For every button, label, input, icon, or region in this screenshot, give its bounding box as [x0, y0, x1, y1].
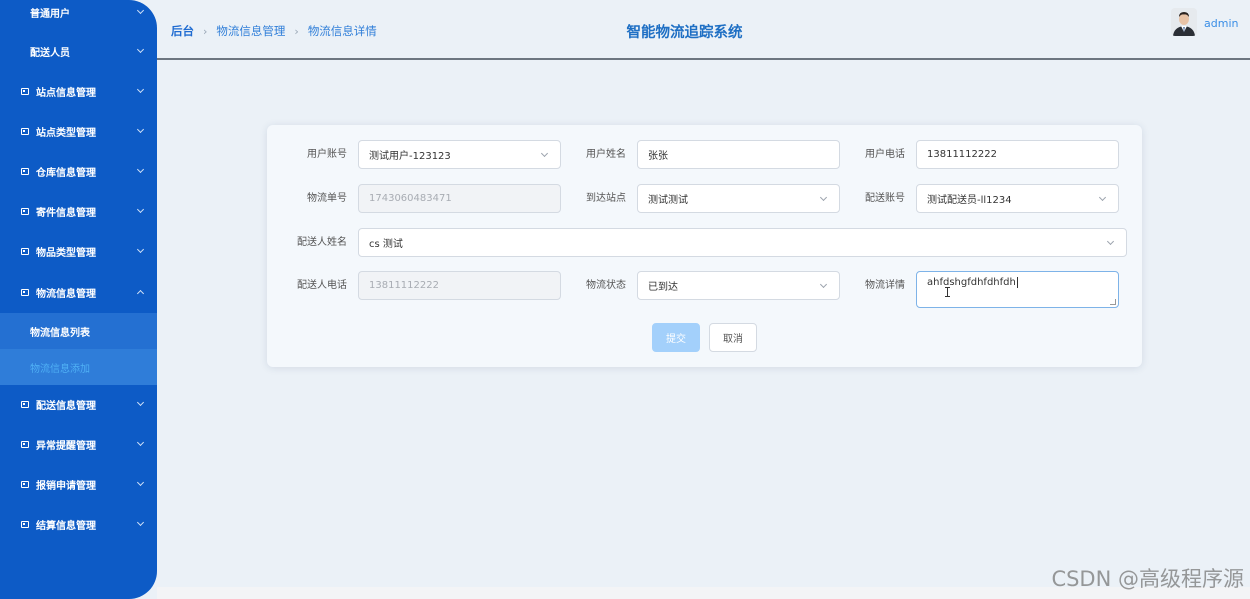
courier-phone-field: 13811112222 [358, 271, 561, 300]
menu-icon [21, 128, 29, 135]
sidebar-item-regular-users[interactable]: 普通用户 [0, 0, 157, 32]
chevron-down-icon [136, 125, 145, 134]
user-account-select[interactable]: 测试用户-123123 [358, 140, 561, 169]
avatar[interactable] [1171, 8, 1197, 36]
details-textarea[interactable]: ahfdshgfdhfdhfdh [916, 271, 1119, 308]
username[interactable]: admin [1204, 17, 1238, 30]
tracking-no-value: 1743060483471 [369, 193, 452, 204]
sidebar-item-label: 异常提醒管理 [36, 440, 96, 452]
sidebar-item-label: 站点信息管理 [36, 87, 96, 99]
text-caret [1016, 277, 1018, 288]
sidebar-item-label: 站点类型管理 [36, 127, 96, 139]
courier-account-label: 配送账号 [865, 193, 905, 204]
sidebar-item-couriers[interactable]: 配送人员 [0, 31, 157, 71]
status-select[interactable]: 已到达 [637, 271, 840, 300]
sidebar-item-station-type[interactable]: 站点类型管理 [0, 111, 157, 151]
arrival-station-select[interactable]: 测试测试 [637, 184, 840, 213]
submenu-item-logistics-list[interactable]: 物流信息列表 [0, 313, 157, 349]
tracking-no-label: 物流单号 [307, 193, 347, 204]
submenu-item-label: 物流信息添加 [30, 363, 90, 375]
menu-icon [21, 289, 29, 296]
courier-phone-label: 配送人电话 [297, 280, 347, 291]
courier-name-label: 配送人姓名 [297, 237, 347, 248]
user-phone-value: 13811112222 [927, 149, 997, 160]
sidebar-item-label: 寄件信息管理 [36, 207, 96, 219]
sidebar-item-delivery-info[interactable]: 配送信息管理 [0, 384, 157, 424]
chevron-down-icon [136, 518, 145, 527]
menu-icon [21, 441, 29, 448]
chevron-down-icon [1106, 237, 1115, 245]
sidebar-item-settlement[interactable]: 结算信息管理 [0, 504, 157, 544]
menu-icon [21, 481, 29, 488]
cancel-button[interactable]: 取消 [709, 323, 757, 352]
tracking-no-field: 1743060483471 [358, 184, 561, 213]
sidebar-item-warehouse-info[interactable]: 仓库信息管理 [0, 151, 157, 191]
courier-name-value: cs 测试 [369, 239, 403, 250]
sidebar-item-label: 结算信息管理 [36, 520, 96, 532]
menu-icon [21, 208, 29, 215]
status-value: 已到达 [648, 282, 678, 293]
chevron-down-icon [136, 85, 145, 94]
submenu-item-logistics-add[interactable]: 物流信息添加 [0, 349, 157, 385]
user-account-value: 测试用户-123123 [369, 151, 451, 162]
user-name-label: 用户姓名 [586, 149, 626, 160]
chevron-up-icon [136, 289, 145, 298]
chevron-down-icon [136, 165, 145, 174]
watermark: CSDN @高级程序源 [1051, 567, 1244, 591]
sidebar-item-label: 仓库信息管理 [36, 167, 96, 179]
menu-icon [21, 88, 29, 95]
sidebar: 普通用户 配送人员 站点信息管理 站点类型管理 仓库信息管理 寄件信息管理 物品… [0, 0, 157, 599]
text-cursor-icon [945, 287, 952, 297]
top-header: 后台 › 物流信息管理 › 物流信息详情 智能物流追踪系统 admin [157, 0, 1250, 60]
sidebar-item-label: 配送信息管理 [36, 400, 96, 412]
courier-account-value: 测试配送员-ll1234 [927, 195, 1012, 206]
courier-account-select[interactable]: 测试配送员-ll1234 [916, 184, 1119, 213]
chevron-down-icon [136, 205, 145, 214]
logistics-form-card: 用户账号 测试用户-123123 用户姓名 张张 用户电话 1381111222… [267, 125, 1142, 367]
details-value: ahfdshgfdhfdhfdh [927, 277, 1016, 288]
courier-name-select[interactable]: cs 测试 [358, 228, 1127, 257]
sidebar-item-label: 配送人员 [30, 47, 70, 59]
submit-button[interactable]: 提交 [652, 323, 700, 352]
sidebar-item-reimbursement[interactable]: 报销申请管理 [0, 464, 157, 504]
sidebar-item-logistics-info[interactable]: 物流信息管理 [0, 272, 157, 312]
details-label: 物流详情 [865, 280, 905, 291]
sidebar-item-label: 报销申请管理 [36, 480, 96, 492]
user-phone-label: 用户电话 [865, 149, 905, 160]
courier-phone-value: 13811112222 [369, 280, 439, 291]
user-account-label: 用户账号 [307, 149, 347, 160]
page-title: 智能物流追踪系统 [626, 25, 743, 41]
sidebar-item-station-info[interactable]: 站点信息管理 [0, 71, 157, 111]
arrival-station-label: 到达站点 [586, 193, 626, 204]
chevron-down-icon [136, 245, 145, 254]
resize-handle[interactable] [1110, 299, 1116, 305]
chevron-down-icon [136, 6, 145, 15]
user-name-field[interactable]: 张张 [637, 140, 840, 169]
sidebar-item-exception-alerts[interactable]: 异常提醒管理 [0, 424, 157, 464]
menu-icon [21, 521, 29, 528]
arrival-station-value: 测试测试 [648, 195, 688, 206]
menu-icon [21, 168, 29, 175]
chevron-down-icon [136, 478, 145, 487]
user-phone-field[interactable]: 13811112222 [916, 140, 1119, 169]
sidebar-item-label: 物品类型管理 [36, 247, 96, 259]
sidebar-item-label: 物流信息管理 [36, 288, 96, 300]
user-name-value: 张张 [648, 151, 668, 162]
sidebar-item-shipment-info[interactable]: 寄件信息管理 [0, 191, 157, 231]
chevron-down-icon [136, 45, 145, 54]
status-label: 物流状态 [586, 280, 626, 291]
sidebar-item-label: 普通用户 [30, 8, 70, 20]
menu-icon [21, 401, 29, 408]
chevron-down-icon [136, 438, 145, 447]
submenu-item-label: 物流信息列表 [30, 327, 90, 339]
chevron-down-icon [1098, 193, 1107, 201]
chevron-down-icon [136, 398, 145, 407]
sidebar-item-item-type[interactable]: 物品类型管理 [0, 231, 157, 271]
menu-icon [21, 248, 29, 255]
